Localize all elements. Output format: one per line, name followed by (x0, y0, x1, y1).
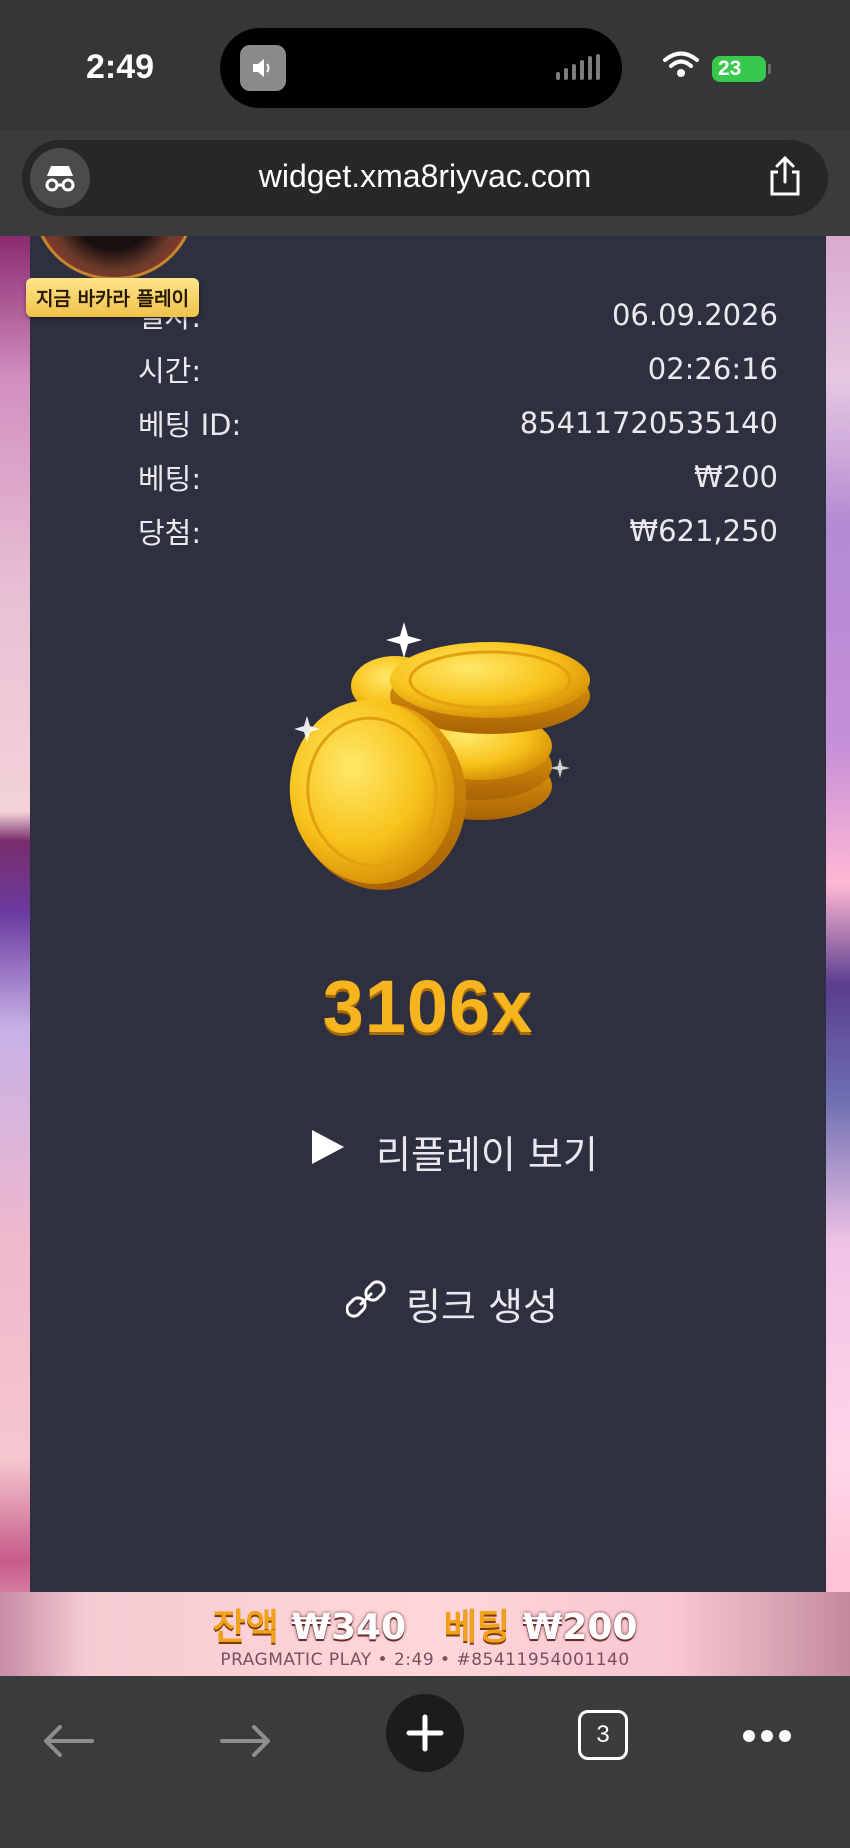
browser-toolbar: 3 (0, 1684, 850, 1848)
provider-line: PRAGMATIC PLAY • 2:49 • #85411954001140 (220, 1650, 630, 1670)
game-footer: 잔액 ₩340 베팅 ₩200 PRAGMATIC PLAY • 2:49 • … (0, 1592, 850, 1676)
play-icon (310, 1128, 346, 1175)
forward-icon[interactable] (220, 1724, 272, 1762)
game-background-left (0, 236, 32, 1676)
detail-label: 시간: (138, 354, 202, 388)
volume-icon (240, 45, 286, 91)
detail-row-bet: 베팅: ₩200 (138, 450, 778, 504)
back-icon[interactable] (42, 1724, 94, 1762)
replay-button[interactable]: 리플레이 보기 (310, 1124, 598, 1179)
link-label: 링크 생성 (406, 1285, 558, 1329)
balance-value: ₩340 (291, 1607, 407, 1648)
detail-label: 베팅: (138, 462, 202, 496)
more-icon[interactable] (742, 1728, 792, 1747)
detail-row-time: 시간: 02:26:16 (138, 342, 778, 396)
detail-value: ₩200 (693, 460, 778, 494)
tabs-icon[interactable]: 3 (578, 1710, 628, 1760)
detail-label: 베팅 ID: (138, 408, 242, 442)
balance-bet-line: 잔액 ₩340 베팅 ₩200 (0, 1598, 850, 1650)
status-time: 2:49 (86, 48, 155, 86)
bet-details: 일자: 06.09.2026 시간: 02:26:16 베팅 ID: 85411… (138, 288, 778, 558)
detail-value: 06.09.2026 (611, 298, 778, 332)
detail-row-bet-id: 베팅 ID: 85411720535140 (138, 396, 778, 450)
web-content: 일자: 06.09.2026 시간: 02:26:16 베팅 ID: 85411… (0, 236, 850, 1676)
detail-value: ₩621,250 (629, 514, 778, 548)
share-icon[interactable] (768, 155, 802, 202)
dynamic-island (220, 28, 622, 108)
plus-icon[interactable] (386, 1694, 464, 1772)
play-baccarat-badge[interactable]: 지금 바카라 플레이 (26, 278, 200, 317)
wifi-icon (662, 50, 700, 84)
detail-label: 당첨: (138, 516, 202, 550)
status-bar: 2:49 23 (0, 0, 850, 130)
tab-count: 3 (596, 1721, 610, 1748)
battery-level: 23 (712, 56, 766, 82)
address-bar[interactable]: widget.xma8riyvac.com (22, 140, 828, 216)
detail-value: 85411720535140 (519, 406, 778, 440)
win-multiplier: 3106x (322, 965, 534, 1048)
link-icon (345, 1279, 386, 1328)
detail-row-win: 당첨: ₩621,250 (138, 504, 778, 558)
replay-label: 리플레이 보기 (376, 1133, 598, 1177)
detail-row-date: 일자: 06.09.2026 (138, 288, 778, 342)
detail-value: 02:26:16 (647, 352, 778, 386)
bet-detail-panel: 일자: 06.09.2026 시간: 02:26:16 베팅 ID: 85411… (30, 236, 826, 1592)
gold-coins-image (280, 616, 610, 920)
create-link-button[interactable]: 링크 생성 (345, 1276, 558, 1331)
url-text[interactable]: widget.xma8riyvac.com (22, 158, 828, 195)
signal-icon (556, 54, 600, 80)
bet-label: 베팅 (443, 1607, 511, 1648)
battery-tip (768, 64, 771, 74)
bet-value: ₩200 (522, 1607, 638, 1648)
balance-label: 잔액 (212, 1607, 279, 1648)
